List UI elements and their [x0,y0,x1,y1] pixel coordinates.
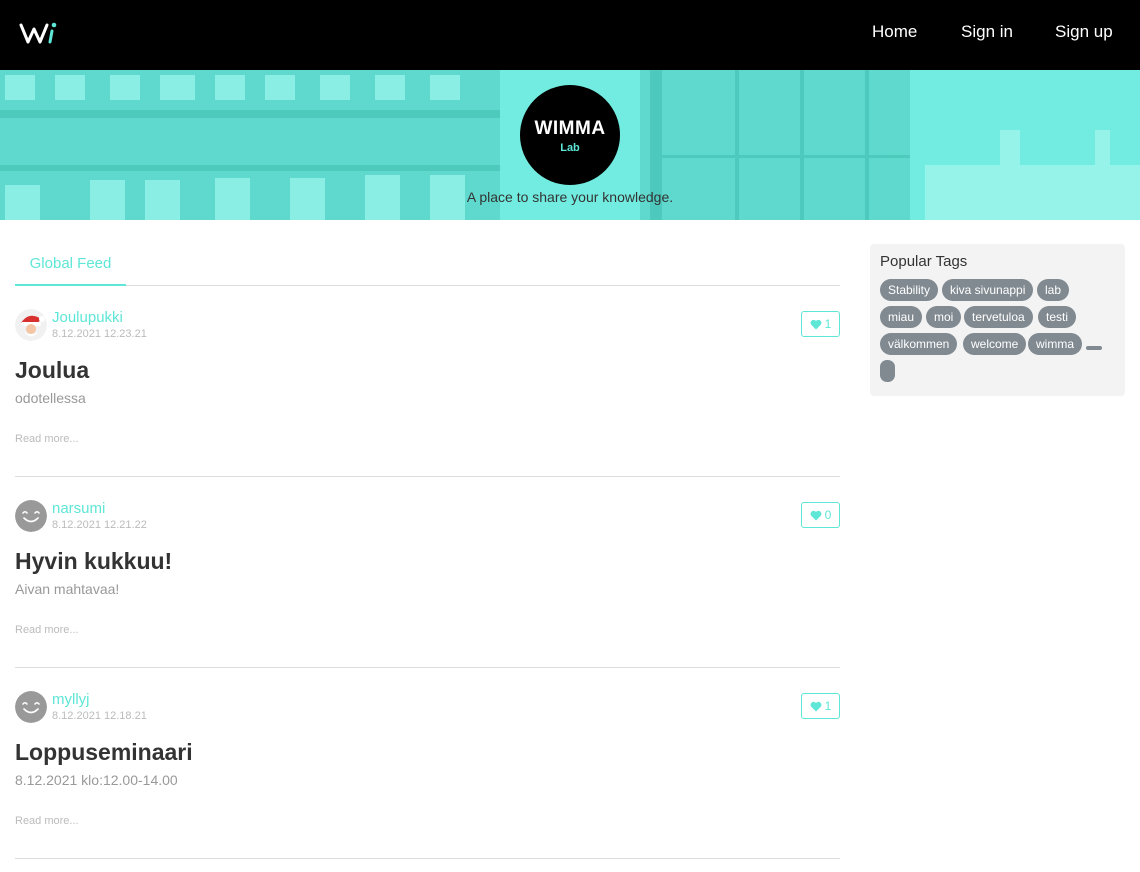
read-more-link[interactable]: Read more... [15,815,79,827]
santa-avatar [15,309,47,341]
navbar: Home Sign in Sign up [0,0,1140,70]
smiley-avatar [15,500,47,532]
tag-pill[interactable]: welcome [963,333,1027,355]
favorite-count: 0 [824,508,832,522]
popular-tags-sidebar: Popular Tags Stability kiva sivunappi la… [870,244,1125,396]
favorite-button[interactable]: 0 [801,502,840,528]
hero-banner: WIMMA Lab A place to share your knowledg… [0,70,1140,220]
heart-icon [810,319,822,329]
brand-logo[interactable] [19,20,59,46]
article-date: 8.12.2021 12.18.21 [52,710,147,722]
article-description: Aivan mahtavaa! [15,581,120,597]
favorite-count: 1 [824,699,832,713]
heart-icon [810,701,822,711]
article-description: 8.12.2021 klo:12.00-14.00 [15,772,178,788]
read-more-link[interactable]: Read more... [15,624,79,636]
favorite-button[interactable]: 1 [801,311,840,337]
tag-pill[interactable]: wimma [1028,333,1082,355]
article-preview: narsumi 8.12.2021 12.21.22 0 Hyvin kukku… [15,476,840,668]
author-link[interactable]: myllyj [52,691,90,708]
favorite-button[interactable]: 1 [801,693,840,719]
feed-tabs: Global Feed [15,244,840,286]
wimma-lab-logo: WIMMA Lab [520,85,620,185]
read-more-link[interactable]: Read more... [15,433,79,445]
author-link[interactable]: Joulupukki [52,309,123,326]
logo-subtitle: Lab [560,142,580,154]
tag-pill[interactable]: lab [1037,279,1070,301]
author-avatar[interactable] [15,500,47,532]
tab-global-feed[interactable]: Global Feed [15,244,126,286]
smiley-avatar [15,691,47,723]
article-preview: Joulupukki 8.12.2021 12.23.21 1 Joulua o… [15,285,840,477]
article-date: 8.12.2021 12.23.21 [52,328,147,340]
article-preview: myllyj 8.12.2021 12.18.21 1 Loppuseminaa… [15,667,840,859]
nav-sign-in-link[interactable]: Sign in [961,22,1013,42]
nav-sign-up-link[interactable]: Sign up [1055,22,1113,42]
banner-tagline: A place to share your knowledge. [466,189,674,205]
tag-pill[interactable]: Stability [880,279,939,301]
sidebar-title: Popular Tags [880,253,968,270]
nav-home-link[interactable]: Home [872,22,917,42]
tag-pill[interactable]: välkommen [880,333,958,355]
author-link[interactable]: narsumi [52,500,105,517]
tag-pill[interactable]: miau [880,306,923,328]
tag-pill[interactable]: tervetuloa [964,306,1033,328]
article-title[interactable]: Hyvin kukkuu! [15,548,172,575]
article-description: odotellessa [15,390,86,406]
tag-pill[interactable]: kiva sivunappi [942,279,1034,301]
author-avatar[interactable] [15,691,47,723]
logo-wordmark: WIMMA [534,118,606,139]
article-title[interactable]: Loppuseminaari [15,739,193,766]
tag-pill[interactable]: testi [1038,306,1077,328]
article-title[interactable]: Joulua [15,357,89,384]
article-date: 8.12.2021 12.21.22 [52,519,147,531]
author-avatar[interactable] [15,309,47,341]
tag-pill[interactable]: moi [926,306,962,328]
tag-pill-empty[interactable] [880,360,895,382]
heart-icon [810,510,822,520]
favorite-count: 1 [824,317,832,331]
tag-pill-empty[interactable] [1086,346,1102,350]
